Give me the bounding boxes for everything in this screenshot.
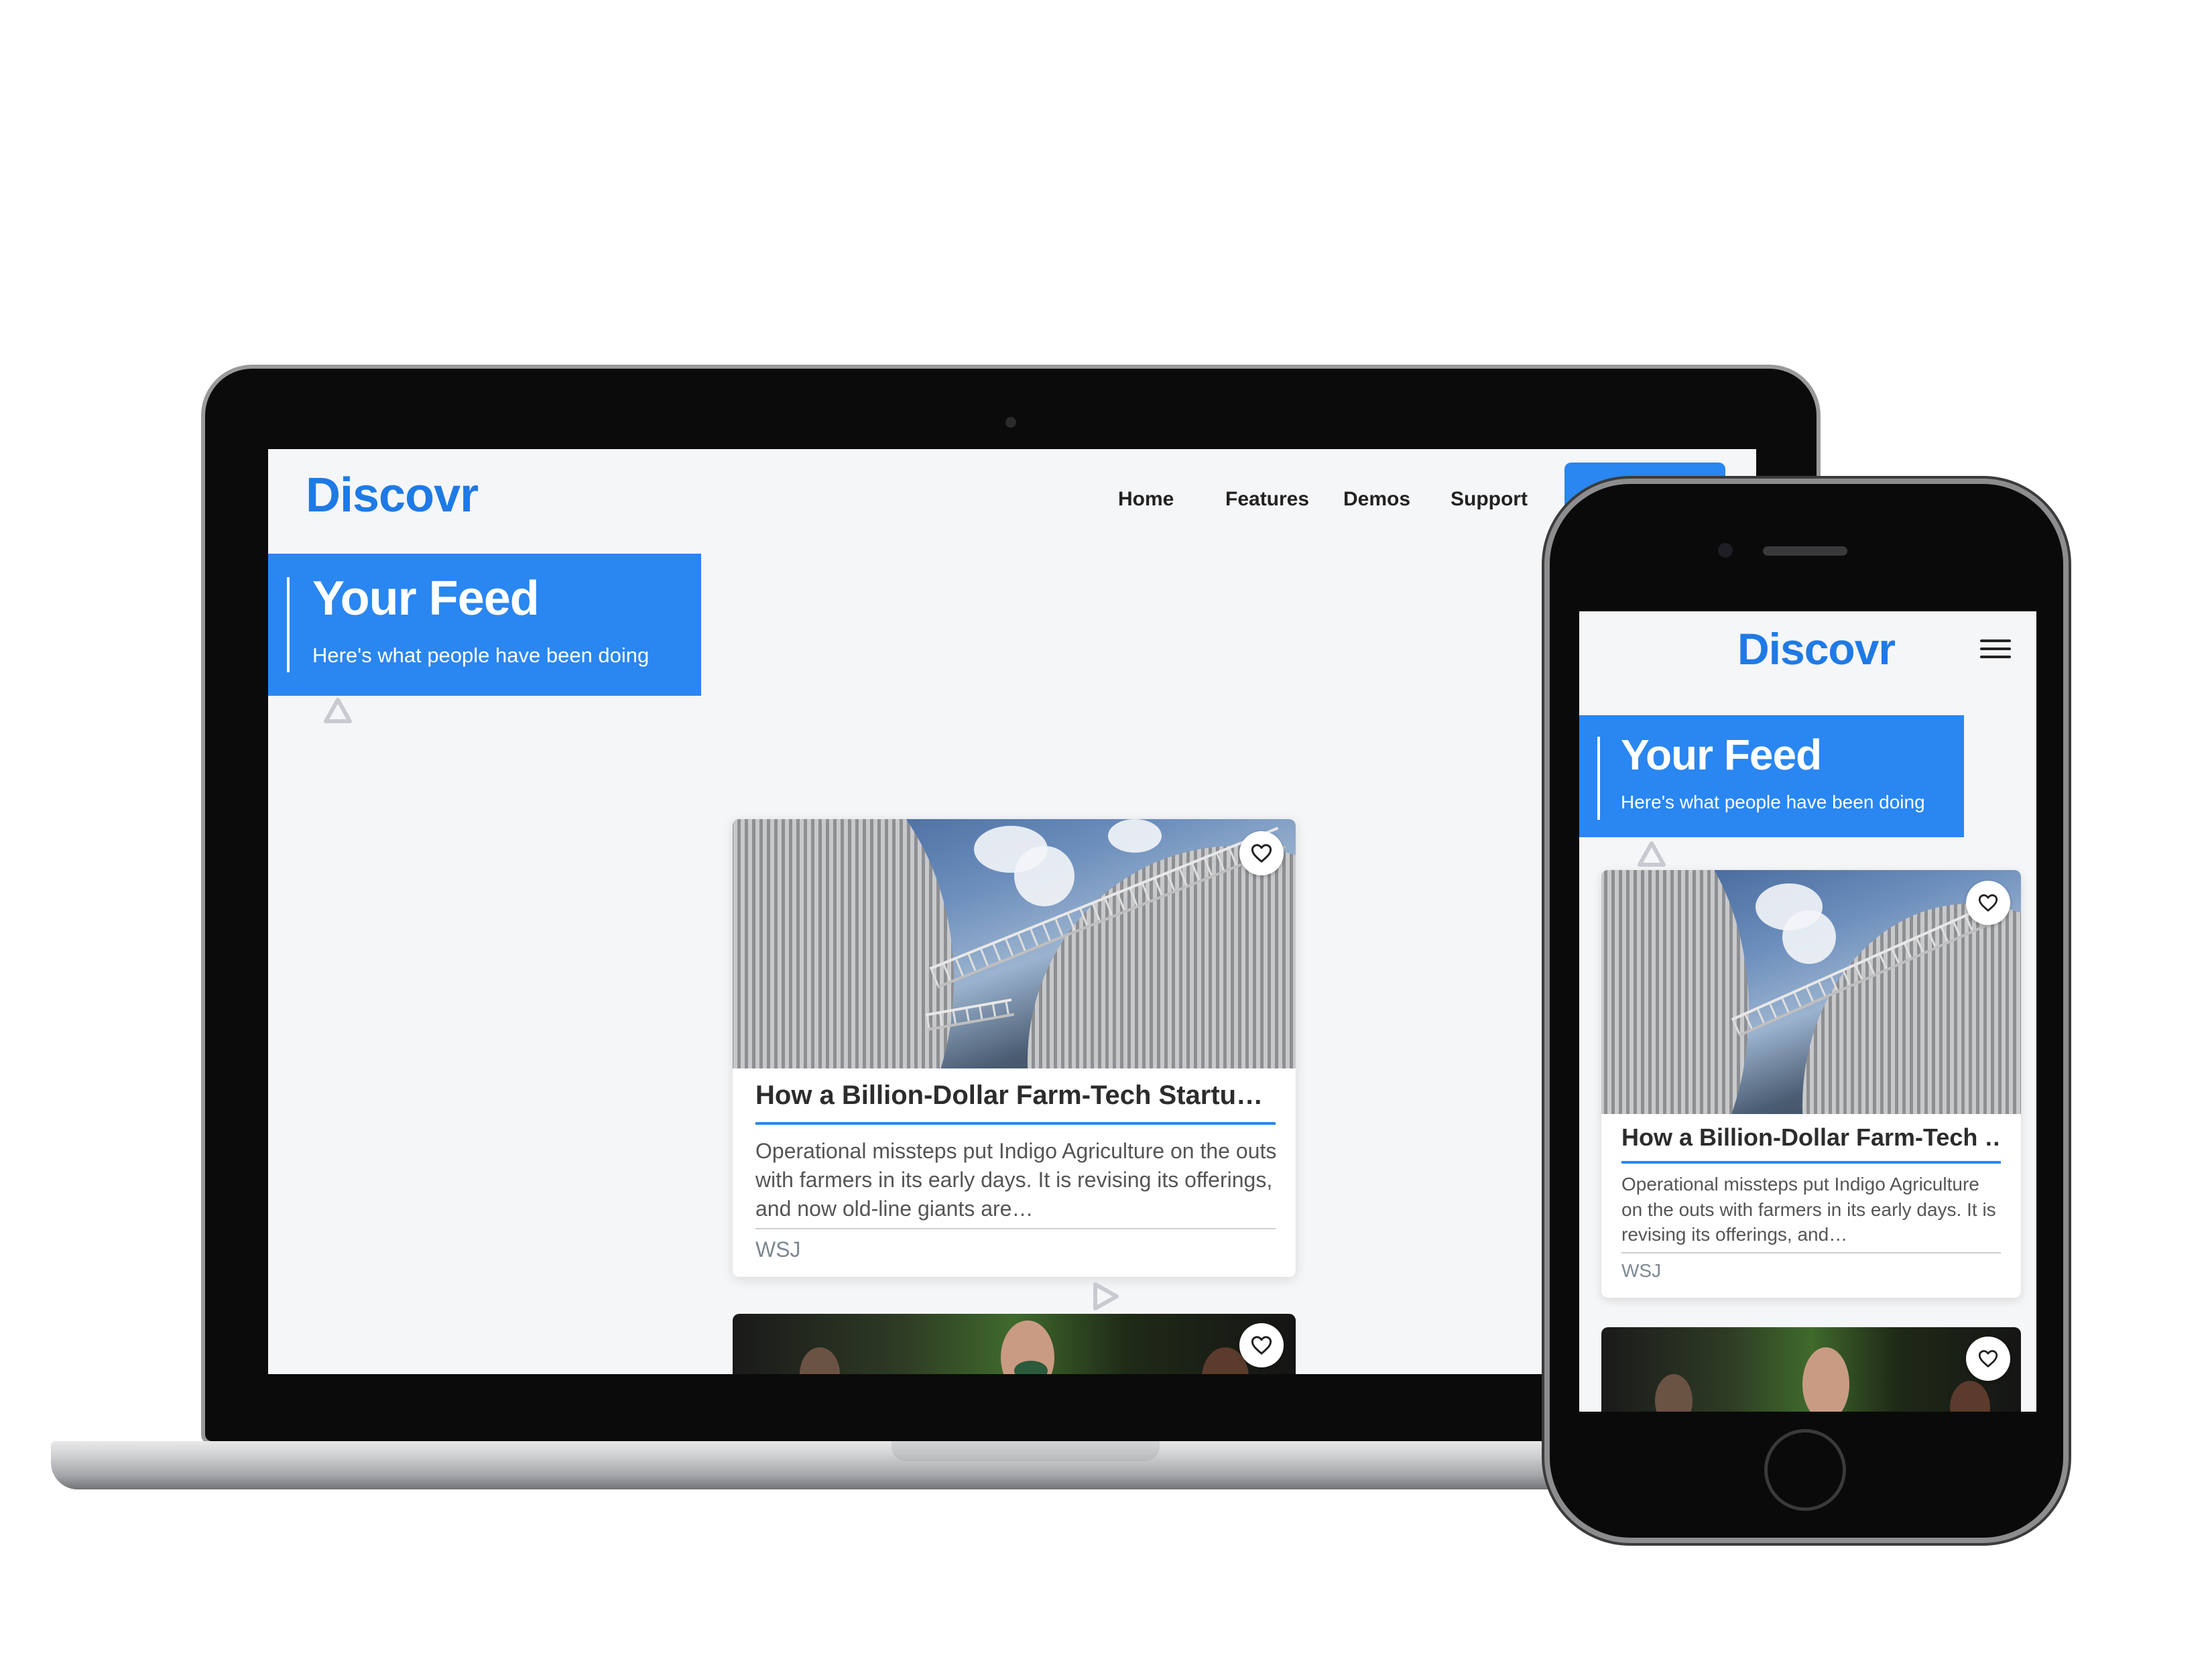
page-subtitle: Here's what people have been doing — [312, 643, 650, 667]
favorite-button[interactable] — [1966, 1337, 2010, 1381]
phone-speaker — [1763, 546, 1847, 556]
phone-camera — [1718, 543, 1733, 558]
nav-support[interactable]: Support — [1451, 488, 1528, 511]
triangle-decoration-icon — [1638, 841, 1666, 867]
heart-icon — [1978, 1350, 1998, 1367]
hamburger-menu-icon[interactable] — [1980, 639, 2011, 661]
card-description: Operational missteps put Indigo Agricult… — [755, 1139, 1277, 1221]
card-divider — [1621, 1252, 2001, 1253]
favorite-button[interactable] — [1239, 1323, 1284, 1367]
card-description: Operational missteps put Indigo Agricult… — [1621, 1174, 1996, 1245]
feed-card[interactable]: How a Billion-Dollar Farm-Tech Startu… O… — [733, 819, 1296, 1277]
page-title: Your Feed — [1621, 731, 1822, 779]
site-logo[interactable]: Discovr — [1737, 623, 1896, 674]
phone-side-button — [1542, 692, 1548, 765]
feed-header-accent — [1597, 737, 1600, 820]
play-decoration-icon — [1093, 1282, 1119, 1310]
phone-home-button[interactable] — [1764, 1429, 1846, 1511]
feed-card-next[interactable] — [733, 1314, 1296, 1374]
laptop-screen: Discovr Home Features Demos Support Your… — [268, 449, 1756, 1374]
feed-card-next[interactable] — [1601, 1327, 2021, 1412]
page-title: Your Feed — [312, 572, 540, 625]
card-source: WSJ — [755, 1237, 801, 1262]
phone-side-button — [1542, 615, 1548, 654]
feed-header: Your Feed Here's what people have been d… — [268, 554, 701, 696]
card-title-underline — [755, 1122, 1276, 1125]
card-image — [733, 819, 1296, 1068]
favorite-button[interactable] — [1239, 831, 1284, 875]
card-title[interactable]: How a Billion-Dollar Farm-Tech Startu… — [755, 1081, 1276, 1111]
card-title[interactable]: How a Billion-Dollar Farm-Tech … — [1621, 1123, 2001, 1152]
triangle-decoration-icon — [324, 698, 352, 723]
nav-features[interactable]: Features — [1225, 488, 1309, 511]
card-title-underline — [1621, 1161, 2001, 1164]
heart-icon — [1978, 894, 1998, 912]
laptop-camera — [1005, 417, 1016, 428]
site-logo[interactable]: Discovr — [306, 468, 479, 523]
phone-side-button — [1542, 782, 1548, 855]
phone-screen: Discovr Your Feed Here's what people hav… — [1579, 611, 2036, 1412]
nav-demos[interactable]: Demos — [1343, 488, 1410, 511]
nav-home[interactable]: Home — [1118, 488, 1174, 511]
laptop-notch — [892, 1441, 1160, 1461]
card-source: WSJ — [1621, 1260, 1662, 1281]
heart-icon — [1251, 1336, 1272, 1355]
card-image — [1601, 1327, 2021, 1412]
feed-header: Your Feed Here's what people have been d… — [1579, 715, 1964, 837]
heart-icon — [1251, 844, 1272, 863]
feed-header-accent — [287, 577, 290, 672]
phone-side-button — [2065, 711, 2071, 784]
card-image — [733, 1314, 1296, 1374]
page-subtitle: Here's what people have been doing — [1621, 792, 1925, 812]
feed-card[interactable]: How a Billion-Dollar Farm-Tech … Operati… — [1601, 870, 2021, 1298]
favorite-button[interactable] — [1966, 881, 2010, 925]
card-divider — [755, 1228, 1276, 1229]
card-image — [1601, 870, 2021, 1114]
